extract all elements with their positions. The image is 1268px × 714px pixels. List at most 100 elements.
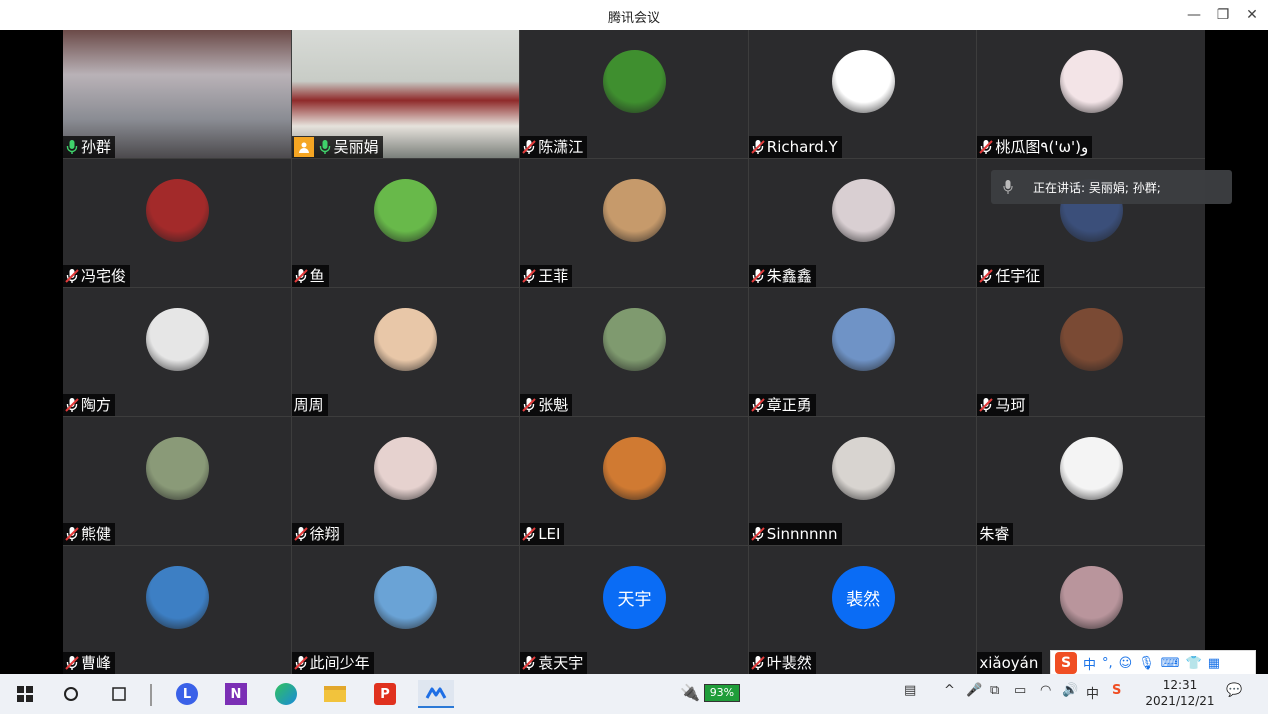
- taskbar-divider: [150, 684, 152, 706]
- participant-tile[interactable]: 王菲: [520, 159, 748, 287]
- participant-name-tag: 张魁: [520, 394, 573, 416]
- mic-muted-icon: [293, 656, 308, 670]
- lark-app-button[interactable]: L: [172, 680, 202, 708]
- title-bar: 腾讯会议 — ❐ ✕: [0, 0, 1268, 30]
- participant-name-tag: xiǎoyán: [977, 652, 1043, 674]
- avatar: [374, 308, 438, 371]
- clipboard-tray-icon[interactable]: ⧉: [990, 683, 999, 698]
- participant-tile[interactable]: 吴丽娟: [291, 30, 520, 158]
- participant-tile[interactable]: 孙群: [63, 30, 291, 158]
- participant-name-tag: 马珂: [977, 394, 1030, 416]
- participant-name-tag: 此间少年: [291, 652, 374, 674]
- avatar: [831, 308, 895, 371]
- skin-icon[interactable]: 👕: [1186, 656, 1202, 671]
- participant-tile[interactable]: 陈潇江: [520, 30, 748, 158]
- participant-name: 马珂: [995, 396, 1026, 414]
- mic-muted-icon: [751, 656, 765, 670]
- participant-tile[interactable]: Richard.Y: [748, 30, 977, 158]
- system-clock[interactable]: 12:31 2021/12/21: [1140, 677, 1220, 709]
- participant-tile[interactable]: 朱鑫鑫: [748, 159, 977, 287]
- minimize-button[interactable]: —: [1182, 4, 1206, 26]
- onenote-app-button[interactable]: N: [221, 680, 251, 708]
- voice-icon[interactable]: 🎙: [1138, 656, 1155, 671]
- sogou-tray-icon[interactable]: S: [1112, 683, 1121, 698]
- mic-muted-icon: [522, 527, 536, 541]
- mic-icon: [1003, 180, 1013, 194]
- close-button[interactable]: ✕: [1240, 4, 1264, 26]
- search-button[interactable]: [56, 680, 86, 708]
- participant-tile[interactable]: 马珂: [977, 288, 1205, 416]
- ime-punct-label[interactable]: °,: [1102, 656, 1113, 671]
- participant-tile[interactable]: 张魁: [520, 288, 748, 416]
- participant-name-tag: LEI: [520, 523, 565, 545]
- notification-center-icon[interactable]: 💬: [1226, 683, 1242, 698]
- participant-tile[interactable]: 陶方: [63, 288, 291, 416]
- avatar: [145, 179, 209, 242]
- avatar: [602, 437, 666, 500]
- participant-tile[interactable]: 鱼: [291, 159, 520, 287]
- participant-name-tag: 袁天宇: [520, 652, 588, 674]
- participant-tile[interactable]: LEI: [520, 417, 748, 545]
- participant-tile[interactable]: 冯宅俊: [63, 159, 291, 287]
- participant-name: 鱼: [309, 267, 325, 285]
- mic-muted-icon: [522, 269, 536, 283]
- participant-tile[interactable]: 周周: [291, 288, 520, 416]
- mic-muted-icon: [65, 656, 79, 670]
- participant-tile[interactable]: Sinnnnnn: [748, 417, 977, 545]
- mic-muted-icon: [751, 140, 765, 154]
- battery-tray-icon[interactable]: ▭: [1014, 683, 1026, 698]
- mic-muted-icon: [979, 398, 994, 412]
- participant-tile[interactable]: 此间少年: [291, 546, 520, 674]
- battery-status[interactable]: 🔌 93%: [680, 683, 740, 702]
- pdf-app-button[interactable]: P: [370, 680, 400, 708]
- participant-name: 王菲: [538, 267, 569, 285]
- avatar: [831, 437, 895, 500]
- participant-tile[interactable]: 天宇 袁天宇: [520, 546, 748, 674]
- start-button[interactable]: [10, 680, 40, 708]
- volume-icon[interactable]: 🔊: [1062, 683, 1078, 698]
- mic-muted-icon: [522, 656, 536, 670]
- ime-language-indicator[interactable]: 中: [1086, 683, 1099, 702]
- mic-muted-icon: [65, 398, 79, 412]
- participant-name: 周周: [293, 396, 324, 414]
- participant-name: 此间少年: [309, 654, 370, 672]
- emoji-icon[interactable]: ☺: [1119, 656, 1133, 671]
- edge-app-button[interactable]: [271, 680, 301, 708]
- participant-name-tag: Sinnnnnn: [748, 523, 842, 545]
- clock-date: 2021/12/21: [1145, 694, 1215, 708]
- participant-tile[interactable]: 裴然 叶裴然: [748, 546, 977, 674]
- participant-tile[interactable]: 曹峰: [63, 546, 291, 674]
- avatar: [831, 50, 895, 113]
- microphone-tray-icon[interactable]: 🎤: [966, 683, 982, 698]
- taskbar: L N P 🔌 93% ▤ ^ 🎤 ⧉ ▭ ◠ 🔊 中 S 12:31 2021…: [0, 674, 1268, 714]
- speaking-text: 正在讲话: 吴丽娟; 孙群;: [1033, 180, 1161, 195]
- participant-tile[interactable]: 熊健: [63, 417, 291, 545]
- avatar: [602, 50, 666, 113]
- file-explorer-button[interactable]: [320, 680, 350, 708]
- avatar: [145, 437, 209, 500]
- participant-grid: 孙群 吴丽娟 陈潇江 Richard.Y 桃瓜图٩('ω')و 冯宅俊 鱼 王菲 朱鑫鑫 任宇征陶…: [63, 30, 1205, 674]
- power-plug-icon: 🔌: [680, 683, 700, 702]
- news-widget-icon[interactable]: ▤: [904, 683, 916, 698]
- participant-name: 章正勇: [766, 396, 812, 414]
- participant-tile[interactable]: 徐翔: [291, 417, 520, 545]
- battery-percent: 93%: [703, 683, 740, 702]
- participant-tile[interactable]: 章正勇: [748, 288, 977, 416]
- participant-name-tag: 陈潇江: [520, 136, 588, 158]
- wifi-icon[interactable]: ◠: [1040, 683, 1051, 698]
- keyboard-icon[interactable]: ⌨: [1161, 656, 1180, 671]
- tencent-meeting-app-button[interactable]: [418, 680, 454, 708]
- restore-button[interactable]: ❐: [1211, 4, 1235, 26]
- task-view-button[interactable]: [104, 680, 134, 708]
- ime-toolbar[interactable]: S 中 °, ☺ 🎙 ⌨ 👕 ▦: [1050, 650, 1256, 676]
- participant-tile[interactable]: 桃瓜图٩('ω')و: [977, 30, 1205, 158]
- ime-mode-label[interactable]: 中: [1083, 654, 1096, 673]
- toolbox-icon[interactable]: ▦: [1208, 656, 1220, 671]
- participant-name-tag: 孙群: [63, 136, 116, 158]
- participant-tile[interactable]: 朱睿: [977, 417, 1205, 545]
- avatar: [831, 179, 895, 242]
- show-hidden-icons-button[interactable]: ^: [944, 683, 955, 698]
- search-circle-icon: [64, 687, 78, 701]
- participant-name: LEI: [538, 525, 561, 543]
- task-view-icon: [112, 687, 126, 701]
